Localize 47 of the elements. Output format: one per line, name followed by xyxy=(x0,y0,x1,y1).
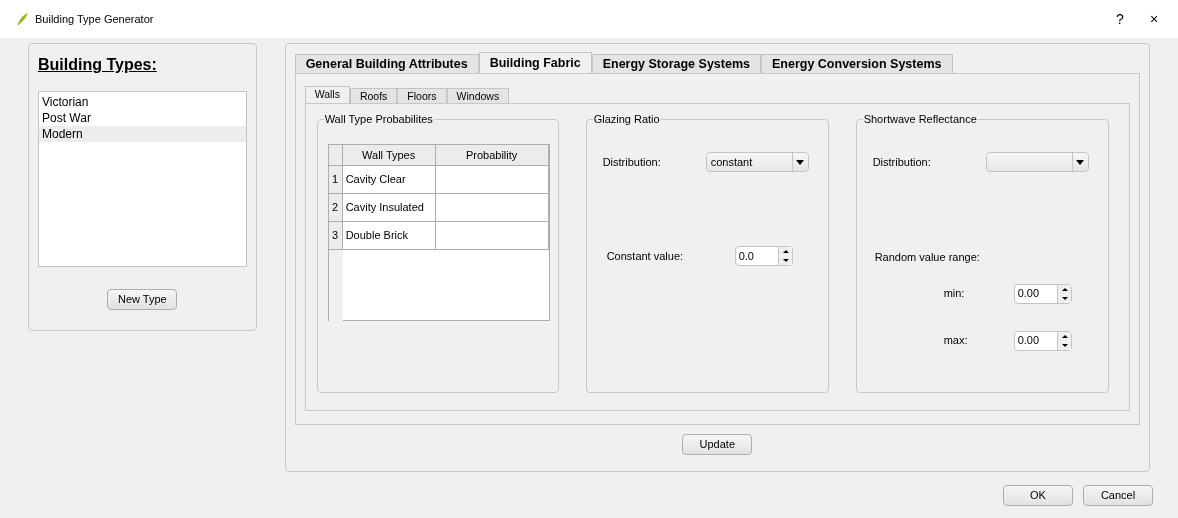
table-cell[interactable] xyxy=(435,194,549,222)
ok-button[interactable]: OK xyxy=(1003,485,1073,506)
list-item[interactable]: Modern xyxy=(39,126,246,142)
table-cell: Cavity Insulated xyxy=(342,194,436,222)
column-header: Wall Types xyxy=(342,145,436,166)
row-header-strip xyxy=(328,250,343,321)
row-header: 2 xyxy=(328,194,343,222)
spin-box[interactable]: 0.0 xyxy=(734,246,793,266)
tab[interactable]: Energy Storage Systems xyxy=(591,54,761,73)
field-label: Constant value: xyxy=(606,248,685,264)
dropdown[interactable]: constant xyxy=(705,152,809,172)
panel-heading: Building Types: xyxy=(38,55,158,75)
list-item[interactable]: Victorian xyxy=(39,94,246,110)
field-label: max: xyxy=(943,333,969,349)
table-cell[interactable] xyxy=(435,222,549,250)
close-button[interactable]: × xyxy=(1142,8,1166,30)
table-cell[interactable] xyxy=(435,166,549,194)
new-type-button[interactable]: New Type xyxy=(107,289,178,310)
spin-box[interactable]: 0.00 xyxy=(1013,283,1072,304)
field-label: Distribution: xyxy=(872,154,932,170)
tab[interactable]: Windows xyxy=(446,88,510,103)
tab[interactable]: General Building Attributes xyxy=(294,54,479,73)
table-cell: Double Brick xyxy=(342,222,436,250)
field-label: Random value range: xyxy=(874,250,981,265)
tab[interactable]: Energy Conversion Systems xyxy=(761,54,953,73)
tab[interactable]: Building Fabric xyxy=(478,52,592,73)
window-title: Building Type Generator xyxy=(35,11,154,27)
group-title: Glazing Ratio xyxy=(592,112,661,126)
row-header: 1 xyxy=(328,166,343,194)
leaf-icon xyxy=(17,12,29,26)
list-item[interactable]: Post War xyxy=(39,110,246,126)
tab[interactable]: Roofs xyxy=(349,88,398,103)
help-button[interactable]: ? xyxy=(1108,8,1132,30)
caret-icon xyxy=(1076,159,1085,165)
tab[interactable]: Walls xyxy=(304,86,350,103)
caret-icon xyxy=(796,159,805,165)
group-title: Shortwave Reflectance xyxy=(862,112,978,126)
column-header: Probability xyxy=(435,145,549,166)
row-header: 3 xyxy=(328,222,343,250)
group-title: Wall Type Probabilites xyxy=(323,112,434,126)
table-cell: Cavity Clear xyxy=(342,166,436,194)
spin-box[interactable]: 0.00 xyxy=(1013,330,1072,351)
field-label: Distribution: xyxy=(602,154,662,170)
tab[interactable]: Floors xyxy=(397,88,447,103)
update-button[interactable]: Update xyxy=(682,434,753,455)
cancel-button[interactable]: Cancel xyxy=(1083,485,1153,506)
field-label: min: xyxy=(943,286,966,302)
